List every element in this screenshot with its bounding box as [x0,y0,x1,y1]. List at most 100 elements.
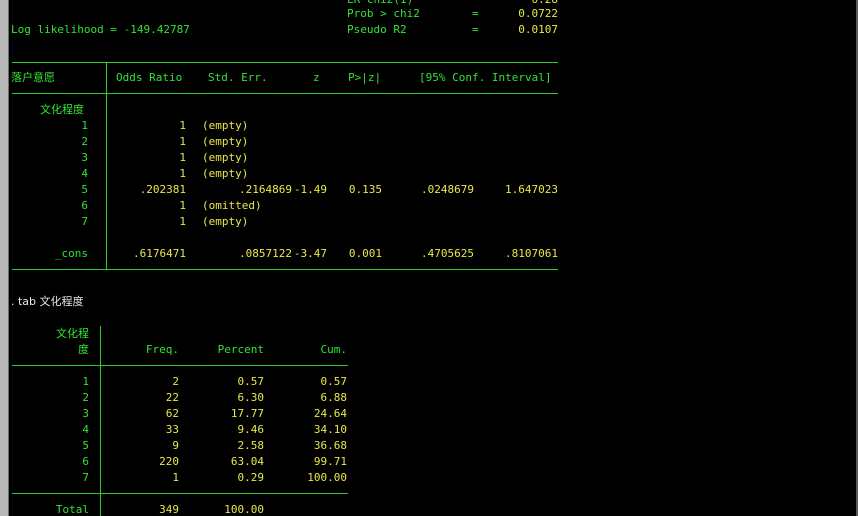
table-top-rule [12,62,558,63]
ci-lower [382,118,474,134]
std-err: (empty) [202,215,249,228]
tab-var-label-line1: 文化程 [56,327,89,340]
tab-row-label: 6 [82,455,89,468]
tab-percent: 17.77 [230,407,264,420]
row-label: 3 [81,151,88,164]
tab-percent: 63.04 [230,455,264,468]
odds-ratio: 1 [179,167,186,180]
ci-lower: .4705625 [421,247,474,260]
table-header-rule [12,93,558,94]
ci-upper [474,198,558,214]
ci-upper [474,150,558,166]
z-stat: -3.47 [293,247,327,260]
odds-ratio: 1 [179,119,186,132]
pseudo-r2-value: 0.0107 [518,23,558,36]
tab-cum: 0.57 [320,375,348,388]
tab-percent: 2.58 [237,439,265,452]
col-conf-interval: [95% Conf. Interval] [419,71,552,84]
row-label: _cons [54,247,88,260]
tab-freq: 22 [165,391,179,404]
std-err: (omitted) [202,199,262,212]
tab-col-percent: Percent [217,343,264,356]
ci-lower: .0248679 [421,183,474,196]
ci-lower [382,166,474,182]
tab-freq: 2 [172,375,179,388]
tab-header-rule [12,365,348,366]
tab-row-label: 4 [82,423,89,436]
ci-lower [382,134,474,150]
p-value [327,118,382,134]
col-z: z [313,71,320,84]
ci-upper [474,134,558,150]
p-value: 0.135 [348,183,382,196]
row-label: 6 [81,199,88,212]
row-label: 2 [81,135,88,148]
ci-upper [474,166,558,182]
tab-freq: 1 [172,471,179,484]
tab-row-label: 1 [82,375,89,388]
tab-cum: 34.10 [313,423,347,436]
z-stat [292,150,327,166]
tab-percent: 0.29 [237,471,265,484]
table-bottom-rule [12,269,558,270]
odds-ratio: .202381 [139,183,186,196]
odds-ratio: 1 [179,215,186,228]
tab-total-freq: 349 [159,503,179,516]
prob-chi2-label: Prob > chi2 [347,7,420,20]
command-line: . tab 文化程度 [11,295,84,308]
tab-row-label: 2 [82,391,89,404]
z-stat: -1.49 [293,183,327,196]
z-stat [292,166,327,182]
std-err: (empty) [202,119,249,132]
col-std-err: Std. Err. [208,71,268,84]
ci-upper [474,214,558,230]
std-err: (empty) [202,167,249,180]
tab-freq: 33 [165,423,179,436]
ci-lower [382,150,474,166]
tab-row-label: 7 [82,471,89,484]
row-label: 4 [81,167,88,180]
ci-lower [382,198,474,214]
row-label: 5 [81,183,88,196]
ci-upper [474,118,558,134]
ci-lower [382,214,474,230]
pseudo-r2-equals: = [472,23,479,36]
row-label: 7 [81,215,88,228]
std-err: .2164869 [239,183,292,196]
tab-freq: 62 [165,407,179,420]
ci-upper: .8107061 [505,247,558,260]
dependent-variable: 落户意愿 [11,71,55,84]
odds-ratio: 1 [179,151,186,164]
p-value [327,214,382,230]
tab-cum: 100.00 [307,471,347,484]
z-stat [292,118,327,134]
odds-ratio: 1 [179,135,186,148]
results-window[interactable]: LR chi2(1) 0.28 Log likelihood = -149.42… [9,0,856,516]
tab-column-divider [100,326,101,516]
tab-row-label: 5 [82,439,89,452]
left-gutter [0,0,9,516]
col-odds-ratio: Odds Ratio [116,71,183,84]
p-value [327,134,382,150]
pseudo-r2-label: Pseudo R2 [347,23,407,36]
tab-cum: 24.64 [313,407,347,420]
z-stat [292,198,327,214]
tab-percent: 6.30 [237,391,265,404]
p-value [327,198,382,214]
z-stat [292,134,327,150]
tab-cum: 99.71 [313,455,347,468]
tab-freq: 9 [172,439,179,452]
group-label: 文化程度 [40,103,84,116]
tab-total-label: Total [55,503,89,516]
ci-upper: 1.647023 [505,183,558,196]
tab-col-cum: Cum. [320,343,348,356]
tab-freq: 220 [159,455,179,468]
log-likelihood: Log likelihood = -149.42787 [11,23,190,36]
row-label: 1 [81,119,88,132]
tab-col-freq: Freq. [145,343,179,356]
p-value [327,166,382,182]
prob-chi2-value: 0.0722 [518,7,558,20]
std-err: (empty) [202,135,249,148]
std-err: (empty) [202,151,249,164]
tab-var-label-line2: 度 [78,343,89,356]
